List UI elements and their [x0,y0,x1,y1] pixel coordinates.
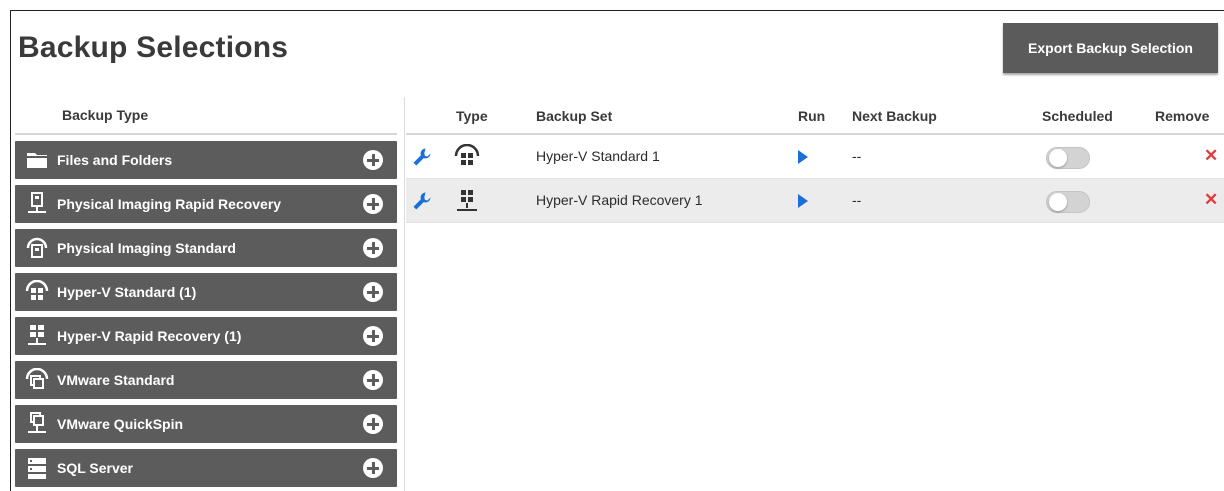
backup-type-label: Physical Imaging Standard [57,240,236,256]
backup-sets-table: Type Backup Set Run Next Backup Schedule… [406,97,1224,223]
table-row: Hyper-V Standard 1 -- ✕ [406,135,1224,179]
add-circle-icon[interactable] [363,150,383,170]
column-header-backup-set: Backup Set [536,108,613,124]
backup-type-hyperv-standard[interactable]: Hyper-V Standard (1) [15,273,397,311]
backup-type-label: VMware QuickSpin [57,416,184,432]
column-header-remove: Remove [1155,108,1210,124]
remove-icon[interactable]: ✕ [1204,190,1218,210]
run-icon[interactable] [798,194,808,208]
next-backup-value: -- [852,192,862,208]
backup-type-files-and-folders[interactable]: Files and Folders [15,141,397,179]
backup-type-header: Backup Type [15,97,397,135]
add-circle-icon[interactable] [363,370,383,390]
column-header-next-backup: Next Backup [852,108,937,124]
scheduled-toggle[interactable] [1046,191,1090,213]
backup-type-label: Physical Imaging Rapid Recovery [57,196,282,212]
column-header-scheduled: Scheduled [1042,108,1113,124]
folder-icon [25,148,49,172]
export-backup-selection-button[interactable]: Export Backup Selection [1003,23,1218,73]
backup-type-list: Files and Folders Physical Imaging Rapid… [15,141,397,487]
hyperv-standard-icon [454,143,480,170]
next-backup-value: -- [852,148,862,164]
wrench-icon[interactable] [412,191,432,211]
panel-divider [404,97,405,491]
run-icon[interactable] [798,150,808,164]
backup-type-hyperv-rapid-recovery[interactable]: Hyper-V Rapid Recovery (1) [15,317,397,355]
backup-type-physical-imaging-rapid-recovery[interactable]: Physical Imaging Rapid Recovery [15,185,397,223]
scheduled-toggle[interactable] [1046,147,1090,169]
backup-type-physical-imaging-standard[interactable]: Physical Imaging Standard [15,229,397,267]
column-header-run: Run [798,108,826,124]
table-header: Type Backup Set Run Next Backup Schedule… [406,97,1224,135]
backup-type-vmware-standard[interactable]: VMware Standard [15,361,397,399]
add-circle-icon[interactable] [363,326,383,346]
add-circle-icon[interactable] [363,282,383,302]
physical-standard-icon [25,236,49,260]
hyperv-rapid-recovery-icon [25,324,49,348]
backup-set-name: Hyper-V Standard 1 [536,148,660,164]
page-title: Backup Selections [18,31,289,64]
add-circle-icon[interactable] [363,238,383,258]
backup-type-panel: Backup Type Files and Folders Physical I… [15,97,397,491]
backup-type-label: Hyper-V Rapid Recovery (1) [57,328,242,344]
sql-server-icon [25,456,49,480]
backup-type-label: Hyper-V Standard (1) [57,284,197,300]
backup-set-name: Hyper-V Rapid Recovery 1 [536,192,703,208]
physical-rapid-recovery-icon [25,192,49,216]
vmware-standard-icon [25,368,49,392]
table-row: Hyper-V Rapid Recovery 1 -- ✕ [406,179,1224,223]
backup-type-vmware-quickspin[interactable]: VMware QuickSpin [15,405,397,443]
add-circle-icon[interactable] [363,414,383,434]
vmware-quickspin-icon [25,412,49,436]
backup-type-label: Files and Folders [57,152,173,168]
backup-type-label: SQL Server [57,460,134,476]
add-circle-icon[interactable] [363,194,383,214]
hyperv-standard-icon [25,280,49,304]
remove-icon[interactable]: ✕ [1204,146,1218,166]
hyperv-rapid-recovery-icon [454,188,480,214]
backup-type-sql-server[interactable]: SQL Server [15,449,397,487]
wrench-icon[interactable] [412,147,432,167]
add-circle-icon[interactable] [363,458,383,478]
backup-type-label: VMware Standard [57,372,175,388]
column-header-type: Type [456,108,488,124]
